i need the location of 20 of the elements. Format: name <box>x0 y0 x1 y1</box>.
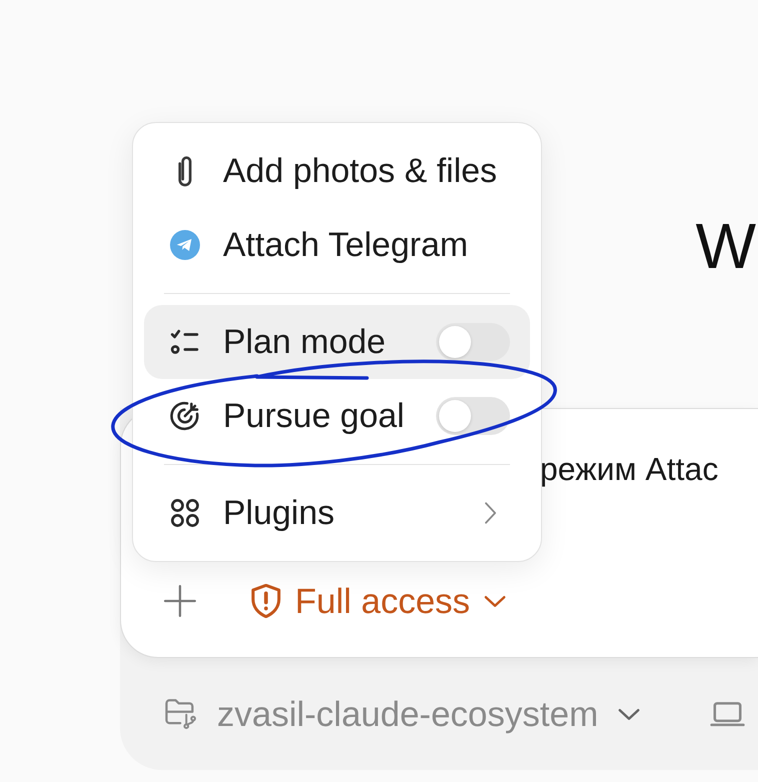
menu-item[interactable]: Pursue goal <box>144 379 530 453</box>
folder-branch-icon <box>165 698 197 730</box>
page-heading: W <box>696 214 756 280</box>
chevron-right-icon <box>484 500 497 526</box>
menu-item[interactable]: Plugins <box>144 476 530 550</box>
chevron-down-icon <box>484 594 506 608</box>
toggle-switch[interactable] <box>436 397 510 435</box>
shield-alert-icon <box>251 584 281 618</box>
telegram-icon <box>170 230 200 260</box>
chevron-down-icon <box>618 708 640 720</box>
menu-item[interactable]: Add photos & files <box>144 134 530 208</box>
target-arrow-icon <box>170 401 200 431</box>
plugins-grid-icon <box>170 498 200 528</box>
access-button[interactable]: Full access <box>247 579 510 623</box>
menu-item[interactable]: Plan mode <box>144 305 530 379</box>
checklist-icon <box>170 328 200 356</box>
toggle-switch[interactable] <box>436 323 510 361</box>
menu-item[interactable]: Attach Telegram <box>144 208 530 282</box>
plus-icon[interactable] <box>163 584 197 618</box>
laptop-icon[interactable] <box>710 700 745 728</box>
